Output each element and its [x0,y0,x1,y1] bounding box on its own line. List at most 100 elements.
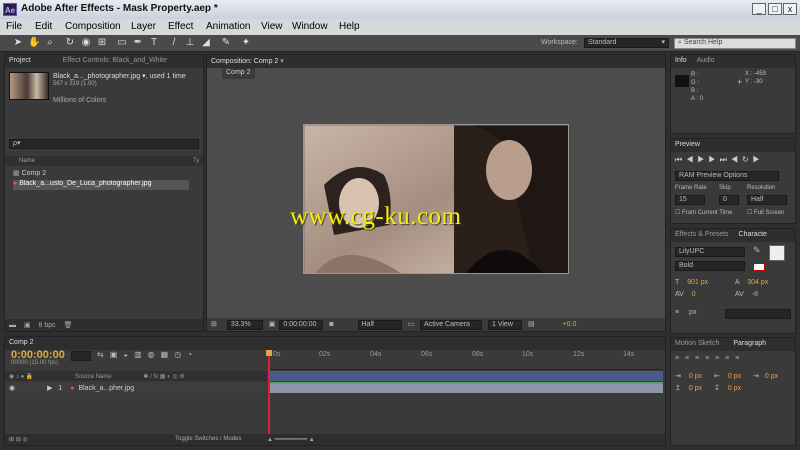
clone-stamp-tool-icon[interactable]: ⊥ [184,37,196,49]
eyedropper-icon[interactable]: ✎ [753,245,765,257]
new-comp-icon[interactable]: ▣ [24,322,31,329]
next-frame-icon[interactable]: ▶ [708,155,719,164]
stroke-none-swatch[interactable] [753,263,765,271]
project-search-input[interactable]: ρ▾ [9,139,199,149]
menu-layer[interactable]: Layer [131,21,156,32]
playhead-handle-icon[interactable] [266,350,272,356]
safe-zones-icon[interactable]: ▣ [269,321,276,328]
selection-tool-icon[interactable]: ➤ [12,37,24,49]
layer-duration-bar[interactable] [269,382,663,393]
expand-pane-icon[interactable]: ⊞ ⊟ ◎ [9,437,28,443]
menu-file[interactable]: File [6,21,22,32]
menu-effect[interactable]: Effect [168,21,193,32]
skip-field[interactable]: 0 [719,195,739,205]
kerning-value[interactable]: 0 [692,291,696,298]
camera-select[interactable]: Active Camera [420,320,483,330]
tracking-value[interactable]: -8 [752,291,758,298]
workspace-select[interactable]: Standard ▾ [584,38,669,48]
frame-blending-icon[interactable]: ▥ [134,350,148,359]
audio-icon[interactable]: ◀ [731,155,742,164]
alignment-buttons[interactable]: ≡ ≡ ≡ ≡ ≡ ≡ ≡ [675,355,741,362]
draft-3d-icon[interactable]: ▣ [110,350,124,359]
zoom-select[interactable]: 33.3% [226,320,263,330]
pan-behind-tool-icon[interactable]: ⊞ [96,37,108,49]
visibility-icon[interactable]: ◉ [9,385,15,392]
tab-audio[interactable]: Audio [697,57,715,64]
exposure-value[interactable]: +0.0 [563,321,577,328]
eraser-tool-icon[interactable]: ◢ [200,37,212,49]
tab-paragraph[interactable]: Paragraph [733,340,766,347]
timeline-search-input[interactable] [71,351,91,361]
text-tool-icon[interactable]: T [148,37,160,49]
tab-project[interactable]: Project [9,57,31,64]
timer-icon[interactable]: ◔ [187,350,198,359]
hand-tool-icon[interactable]: ✋ [28,37,40,49]
play-icon[interactable]: ▶ [697,155,708,164]
snapshot-icon[interactable]: ◙ [329,321,333,328]
menu-window[interactable]: Window [292,21,328,32]
toggle-switches-modes[interactable]: Toggle Switches / Modes [175,436,241,442]
close-button[interactable]: x [783,3,797,15]
search-help-input[interactable]: ⌕ Search Help [674,38,796,49]
maximize-button[interactable]: □ [768,3,782,15]
tab-effects-presets[interactable]: Effects & Presets [675,231,729,238]
space-before-value[interactable]: 0 px [689,385,702,392]
resolution-preview-select[interactable]: Half [747,195,787,205]
project-item-comp[interactable]: ▦ Comp 2 [13,169,46,177]
frame-rate-select[interactable]: 15 [675,195,705,205]
font-style-select[interactable]: Bold [675,261,745,271]
chevron-down-icon[interactable]: ▾ [280,58,284,65]
bpc-label[interactable]: 8 bpc [39,322,56,329]
shy-icon[interactable]: ◒ [123,350,134,359]
comp-breadcrumb[interactable]: Comp 2 [222,68,255,79]
column-source-name[interactable]: Source Name [75,374,112,380]
tab-comp-timeline[interactable]: Comp 2 [9,339,34,346]
rectangle-tool-icon[interactable]: ▭ [116,37,128,49]
view-layout-select[interactable]: 1 View [487,320,522,330]
expand-arrow-icon[interactable]: ▶ [47,385,52,392]
last-frame-icon[interactable]: ⏭ [720,155,731,164]
pen-tool-icon[interactable]: ✒ [132,37,144,49]
puppet-tool-icon[interactable]: ✦ [240,37,252,49]
menu-composition[interactable]: Composition [65,21,121,32]
from-current-checkbox[interactable]: ☐ From Current Time [675,209,732,216]
first-frame-icon[interactable]: ⏮ [675,155,686,164]
resolution-select[interactable]: Half [357,320,402,330]
ram-preview-select[interactable]: RAM Preview Options [675,171,779,181]
minimize-button[interactable]: _ [752,3,766,15]
loop-icon[interactable]: ↻ [742,155,753,164]
tab-character[interactable]: Characte [739,231,767,238]
region-icon[interactable]: ▭ [407,321,414,328]
menu-edit[interactable]: Edit [35,21,52,32]
menu-view[interactable]: View [261,21,283,32]
stroke-mode-select[interactable] [725,309,791,319]
folder-icon[interactable]: ▬ [9,322,16,329]
menu-animation[interactable]: Animation [206,21,250,32]
current-time-indicator[interactable] [268,350,270,434]
grid-icon[interactable]: ⊞ [211,321,217,328]
font-size-value[interactable]: 901 px [687,279,708,286]
composition-viewer[interactable] [303,124,569,274]
toggle-icon[interactable]: ▤ [528,321,535,328]
space-after-value[interactable]: 0 px [728,385,741,392]
tab-info[interactable]: Info [675,57,687,64]
column-type[interactable]: Ty [193,158,199,164]
tab-effect-controls[interactable]: Effect Controls: Black_and_White [63,57,167,64]
ram-preview-icon[interactable]: ▶ [753,155,764,164]
full-screen-checkbox[interactable]: ☐ Full Screen [747,209,784,216]
comp-mini-flowchart-icon[interactable]: ⇆ [97,350,110,359]
zoom-tool-icon[interactable]: ⌕ [44,37,56,49]
rotate-tool-icon[interactable]: ↻ [64,37,76,49]
work-area-bar[interactable] [269,371,663,381]
trash-icon[interactable]: 🗑 [64,322,73,329]
zoom-slider[interactable]: ▲ ━━━━━━━━━ ▲ [267,436,315,443]
time-ruler[interactable]: 0s 02s 04s 06s 08s 10s 12s 14s [269,350,663,370]
stroke-unit[interactable]: px [689,309,696,316]
column-name[interactable]: Name [19,158,35,164]
leading-value[interactable]: 304 px [747,279,768,286]
graph-editor-icon[interactable]: ◷ [174,350,187,359]
indent-left-value[interactable]: 0 px [689,373,702,380]
layer-row[interactable]: ◉ ▶ 1 ● Black_a...pher.jpg [5,382,267,393]
project-item-footage[interactable]: ● Black_a...usto_De_Luca_photographer.jp… [13,180,189,190]
motion-blur-icon[interactable]: ◍ [148,350,161,359]
